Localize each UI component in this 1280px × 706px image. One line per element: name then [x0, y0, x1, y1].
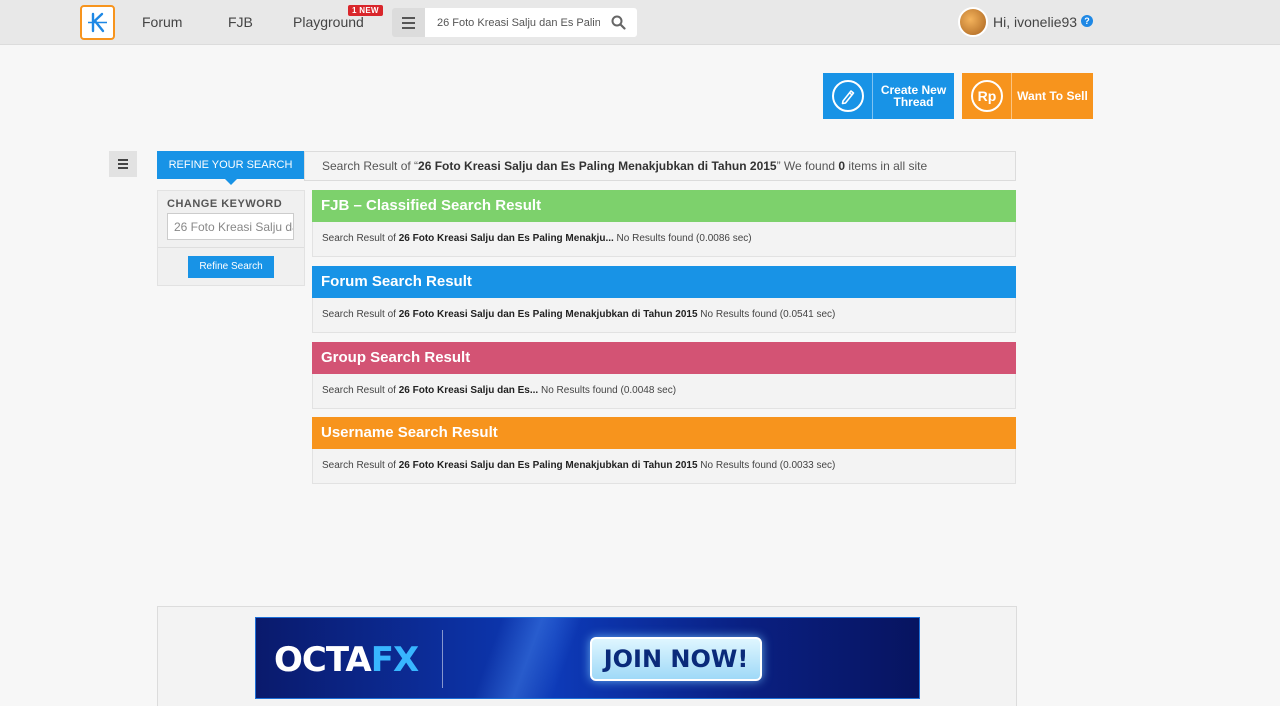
forum-result-title[interactable]: Forum Search Result — [312, 266, 1016, 298]
fjb-result-body: Search Result of 26 Foto Kreasi Salju da… — [312, 222, 1016, 257]
question-icon[interactable]: ? — [1081, 15, 1093, 27]
rupiah-icon: Rp — [971, 80, 1003, 112]
group-result-section: Group Search Result Search Result of 26 … — [312, 342, 1016, 409]
forum-result-body: Search Result of 26 Foto Kreasi Salju da… — [312, 298, 1016, 333]
top-navbar: Forum FJB Playground 1 NEW Hi, ivonelie9… — [0, 0, 1280, 45]
nav-forum[interactable]: Forum — [142, 14, 182, 30]
kaskus-logo-icon[interactable] — [80, 5, 115, 40]
group-result-body: Search Result of 26 Foto Kreasi Salju da… — [312, 374, 1016, 409]
group-result-title[interactable]: Group Search Result — [312, 342, 1016, 374]
kaskus-logo-icon — [88, 12, 107, 33]
create-new-thread-button[interactable]: Create New Thread — [823, 73, 954, 119]
octafx-ad-banner[interactable]: OCTAFX JOIN NOW! — [255, 617, 920, 699]
create-thread-label: Create New Thread — [880, 83, 947, 109]
user-greeting[interactable]: Hi, ivonelie93 — [993, 14, 1077, 30]
want-to-sell-label: Want To Sell — [1017, 89, 1088, 103]
avatar[interactable] — [958, 7, 988, 37]
summary-query: 26 Foto Kreasi Salju dan Es Paling Menak… — [418, 159, 777, 173]
search-input[interactable] — [425, 8, 600, 37]
fjb-result-title[interactable]: FJB – Classified Search Result — [312, 190, 1016, 222]
username-result-section: Username Search Result Search Result of … — [312, 417, 1016, 484]
new-badge: 1 NEW — [348, 5, 383, 16]
octafx-logo: OCTAFX — [274, 640, 419, 680]
join-now-button[interactable]: JOIN NOW! — [590, 637, 762, 681]
search-icon[interactable] — [611, 15, 626, 30]
change-keyword-panel: CHANGE KEYWORD Refine Search — [157, 190, 305, 286]
nav-playground[interactable]: Playground — [293, 14, 364, 30]
username-result-body: Search Result of 26 Foto Kreasi Salju da… — [312, 449, 1016, 484]
username-result-title[interactable]: Username Search Result — [312, 417, 1016, 449]
sidebar-toggle-hamburger-icon[interactable] — [109, 151, 137, 177]
change-keyword-label: CHANGE KEYWORD — [167, 198, 283, 210]
nav-fjb[interactable]: FJB — [228, 14, 253, 30]
keyword-input[interactable] — [167, 213, 294, 240]
pencil-icon — [832, 80, 864, 112]
refine-search-button[interactable]: Refine Search — [188, 256, 274, 278]
search-box — [425, 8, 637, 37]
ad-container: OCTAFX JOIN NOW! — [157, 606, 1017, 706]
forum-result-section: Forum Search Result Search Result of 26 … — [312, 266, 1016, 333]
divider — [442, 630, 443, 688]
fjb-result-section: FJB – Classified Search Result Search Re… — [312, 190, 1016, 257]
want-to-sell-button[interactable]: Rp Want To Sell — [962, 73, 1093, 119]
rupiah-icon-text: Rp — [977, 88, 997, 104]
search-summary: Search Result of “26 Foto Kreasi Salju d… — [304, 151, 1016, 181]
divider — [158, 247, 304, 248]
hamburger-icon[interactable] — [392, 8, 425, 37]
refine-your-search-tab[interactable]: REFINE YOUR SEARCH — [157, 151, 304, 185]
